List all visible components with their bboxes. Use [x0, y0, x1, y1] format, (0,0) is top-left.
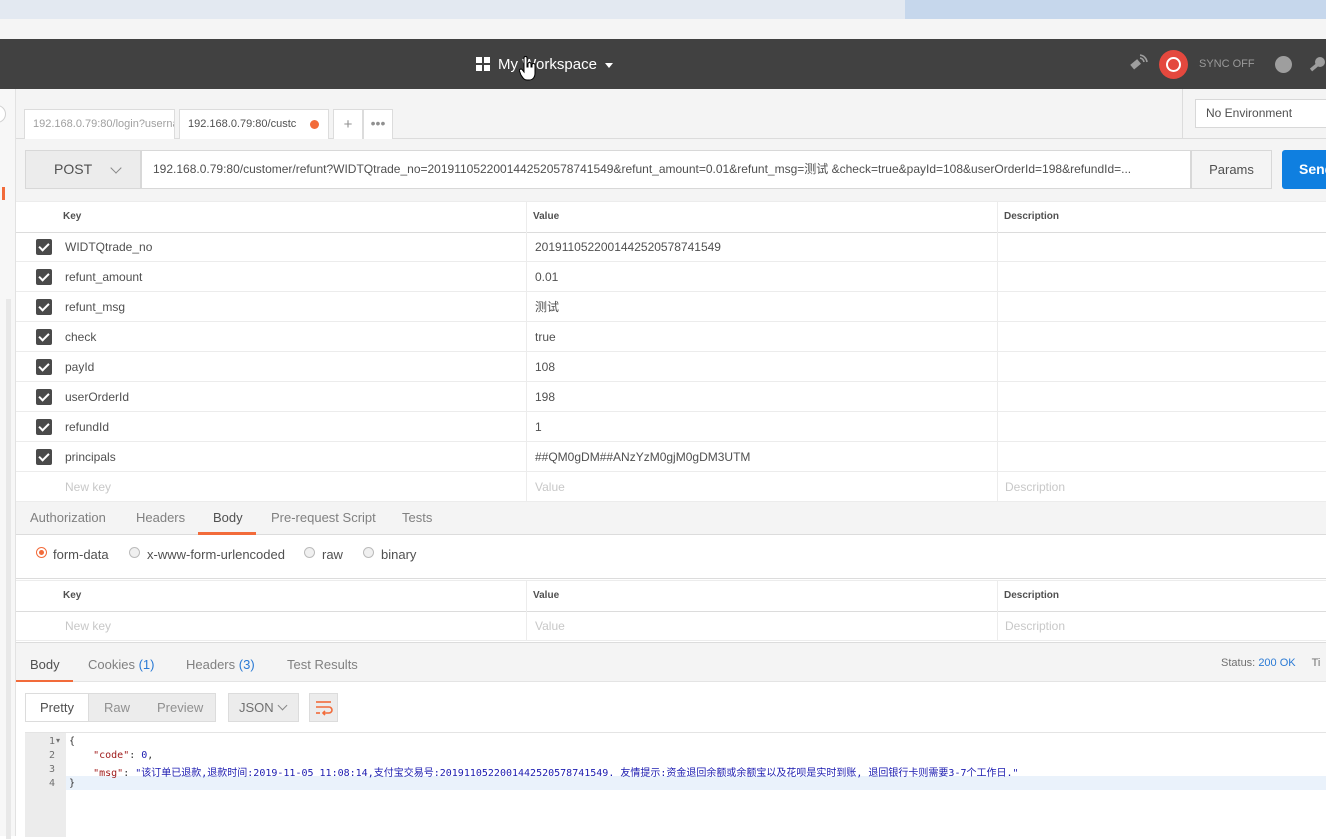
param-new-row: New key Value Description — [16, 472, 1326, 502]
param-row: principals ##QM0gDM##ANzYzM0gjM0gDM3UTM — [16, 442, 1326, 472]
fold-arrow-icon[interactable]: ▾ — [56, 736, 60, 745]
request-tab-active[interactable]: 192.168.0.79:80/custc — [179, 109, 329, 139]
sidebar-edge — [0, 89, 16, 839]
send-button[interactable]: Send — [1282, 150, 1326, 189]
environment-area: No Environment — [1182, 89, 1326, 139]
view-raw-button[interactable]: Raw — [104, 694, 130, 721]
hand-cursor-icon — [519, 56, 536, 81]
sync-icon[interactable] — [1159, 50, 1188, 79]
body-table: Key Value Description New key Value Desc… — [16, 580, 1326, 642]
param-checkbox[interactable] — [36, 239, 52, 255]
view-preview-button[interactable]: Preview — [157, 694, 203, 721]
param-checkbox[interactable] — [36, 359, 52, 375]
response-tab-test-results[interactable]: Test Results — [287, 643, 358, 687]
radio-form-data[interactable] — [36, 547, 47, 558]
param-row: refunt_msg 测试 — [16, 292, 1326, 322]
param-row: WIDTQtrade_no 201911052200144252057874154… — [16, 232, 1326, 262]
satellite-icon[interactable] — [1128, 54, 1148, 74]
code-line: } — [69, 778, 76, 789]
more-options-icon[interactable]: ••• — [363, 109, 393, 139]
param-checkbox[interactable] — [36, 389, 52, 405]
sync-status-label: SYNC OFF — [1199, 58, 1255, 70]
radio-urlencoded[interactable] — [129, 547, 140, 558]
method-select[interactable]: POST — [25, 150, 141, 189]
params-table-header: Key Value Description — [16, 201, 1326, 233]
code-line: "code": 0, — [93, 750, 154, 761]
response-status: Status: 200 OK Ti — [1221, 657, 1321, 669]
desktop-background — [0, 0, 1326, 39]
tab-authorization[interactable]: Authorization — [30, 502, 106, 534]
param-row: check true — [16, 322, 1326, 352]
wrench-icon[interactable] — [1309, 56, 1326, 73]
code-line: { — [69, 736, 76, 747]
view-mode-group: Pretty Raw Preview — [25, 693, 216, 722]
request-tab[interactable]: 192.168.0.79:80/login?username — [24, 109, 175, 139]
response-view-bar: Pretty Raw Preview JSON — [16, 682, 1326, 732]
chevron-down-icon — [277, 700, 288, 711]
sidebar-toggle[interactable] — [0, 105, 6, 123]
format-select[interactable]: JSON — [228, 693, 299, 722]
code-line: "msg": "该订单已退款,退款时间:2019-11-05 11:08:14,… — [93, 768, 1019, 779]
response-body-editor[interactable]: 1 2 3 4 ▾ { "code": 0, "msg": "该订单已退款,退款… — [25, 732, 1326, 837]
new-tab-button[interactable]: + — [333, 109, 363, 139]
tab-headers[interactable]: Headers — [136, 502, 185, 534]
tab-pre-request-script[interactable]: Pre-request Script — [271, 502, 376, 534]
body-new-row: New key Value Description — [16, 611, 1326, 641]
request-tabs-bar: 192.168.0.79:80/login?username 192.168.0… — [16, 89, 1182, 139]
params-table: Key Value Description WIDTQtrade_no 20191… — [16, 201, 1326, 502]
environment-select[interactable]: No Environment — [1195, 99, 1326, 128]
param-checkbox[interactable] — [36, 449, 52, 465]
url-bar: POST 192.168.0.79:80/customer/refunt?WID… — [16, 139, 1326, 201]
globe-icon[interactable] — [1275, 56, 1292, 73]
url-input[interactable]: 192.168.0.79:80/customer/refunt?WIDTQtra… — [141, 150, 1191, 189]
param-row: userOrderId 198 — [16, 382, 1326, 412]
body-table-header: Key Value Description — [16, 580, 1326, 612]
tab-body[interactable]: Body — [213, 502, 243, 534]
chevron-down-icon — [110, 162, 122, 174]
tab-tests[interactable]: Tests — [402, 502, 432, 534]
response-tabs: Body Cookies (1) Headers (3) Test Result… — [16, 642, 1326, 683]
body-type-selector: form-data x-www-form-urlencoded raw bina… — [16, 535, 1326, 579]
request-section-tabs: Authorization Headers Body Pre-request S… — [16, 502, 1326, 535]
response-tab-cookies[interactable]: Cookies (1) — [88, 643, 154, 687]
param-checkbox[interactable] — [36, 419, 52, 435]
wrap-lines-icon[interactable] — [309, 693, 338, 722]
param-checkbox[interactable] — [36, 269, 52, 285]
param-checkbox[interactable] — [36, 329, 52, 345]
param-checkbox[interactable] — [36, 299, 52, 315]
caret-down-icon — [604, 62, 613, 68]
radio-binary[interactable] — [363, 547, 374, 558]
param-row: refundId 1 — [16, 412, 1326, 442]
params-button[interactable]: Params — [1191, 150, 1272, 189]
sidebar-active-marker — [2, 187, 5, 200]
response-tab-headers[interactable]: Headers (3) — [186, 643, 255, 687]
sidebar-scrollbar[interactable] — [6, 299, 11, 839]
workspace-switcher[interactable]: My Workspace — [476, 54, 613, 74]
view-pretty-button[interactable]: Pretty — [26, 694, 89, 721]
unsaved-dot-icon — [310, 120, 319, 129]
radio-raw[interactable] — [304, 547, 315, 558]
param-row: payId 108 — [16, 352, 1326, 382]
line-number-gutter: 1 2 3 4 ▾ — [25, 733, 66, 837]
workspace-grid-icon — [476, 57, 490, 71]
param-row: refunt_amount 0.01 — [16, 262, 1326, 292]
workspace-label: My Workspace — [498, 55, 597, 73]
app-header: My Workspace SYNC OFF — [0, 39, 1326, 89]
